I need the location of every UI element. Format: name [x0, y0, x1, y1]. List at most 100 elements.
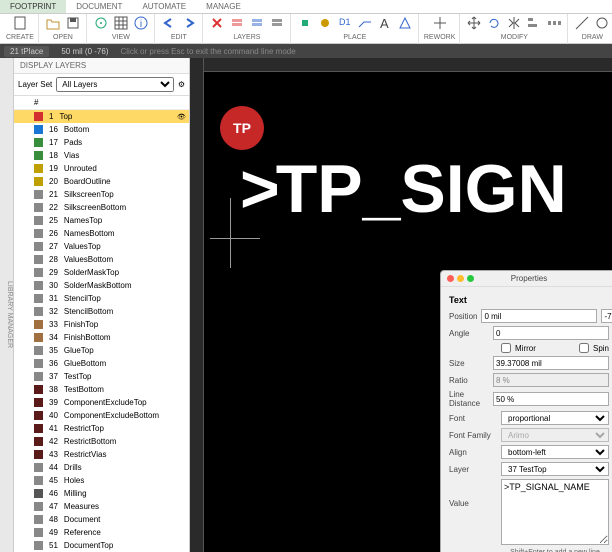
layer-num: 51	[49, 541, 58, 550]
layer-item-finishbottom[interactable]: 34FinishBottom	[14, 331, 189, 344]
layer-item-restrictvias[interactable]: 43RestrictVias	[14, 448, 189, 461]
circle-icon[interactable]	[593, 14, 611, 32]
tab-footprint[interactable]: FOOTPRINT	[0, 0, 66, 13]
layer-num: 16	[49, 125, 58, 134]
dialog-titlebar[interactable]: Properties	[441, 271, 612, 287]
tab-manage[interactable]: MANAGE	[196, 0, 251, 13]
top-tabs: FOOTPRINT DOCUMENT AUTOMATE MANAGE	[0, 0, 612, 14]
align-icon[interactable]	[525, 14, 543, 32]
mirror-checkbox[interactable]	[501, 343, 511, 353]
target-icon[interactable]	[92, 14, 110, 32]
placed-text[interactable]: >TP_SIGN	[240, 150, 567, 228]
layer-item-drills[interactable]: 44Drills	[14, 461, 189, 474]
mirror-icon[interactable]	[505, 14, 523, 32]
eye-icon[interactable]: 👁	[177, 113, 185, 121]
layers3-icon[interactable]	[268, 14, 286, 32]
layer-item-milling[interactable]: 46Milling	[14, 487, 189, 500]
layer-item-pads[interactable]: 17Pads	[14, 136, 189, 149]
layer-item-soldermaskbottom[interactable]: 30SolderMaskBottom	[14, 279, 189, 292]
layer-item-soldermasktop[interactable]: 29SolderMaskTop	[14, 266, 189, 279]
spin-checkbox[interactable]	[579, 343, 589, 353]
layers2-icon[interactable]	[248, 14, 266, 32]
move-icon[interactable]	[465, 14, 483, 32]
layer-item-valuesbottom[interactable]: 28ValuesBottom	[14, 253, 189, 266]
size-input[interactable]	[493, 356, 609, 370]
layer-item-document[interactable]: 48Document	[14, 513, 189, 526]
info-icon[interactable]: i	[132, 14, 150, 32]
save-icon[interactable]	[64, 14, 82, 32]
layer-name: Unrouted	[64, 164, 97, 173]
undo-icon[interactable]	[160, 14, 178, 32]
canvas[interactable]: TP >TP_SIGN Properties Text Position	[190, 58, 612, 552]
layer-item-restricttop[interactable]: 41 RestrictTop	[14, 422, 189, 435]
rip-icon[interactable]	[431, 14, 449, 32]
value-textarea[interactable]: >TP_SIGNAL_NAME	[501, 479, 609, 545]
layer-item-silkscreenbottom[interactable]: 22SilkscreenBottom	[14, 201, 189, 214]
layer-item-unrouted[interactable]: 19Unrouted	[14, 162, 189, 175]
folder-icon[interactable]	[44, 14, 62, 32]
layer-num: 39	[49, 398, 58, 407]
layer-item-gluetop[interactable]: 35GlueTop	[14, 344, 189, 357]
grid-icon[interactable]	[112, 14, 130, 32]
linedist-input[interactable]	[493, 392, 609, 406]
zoom-icon[interactable]	[467, 275, 474, 282]
layer-item-vias[interactable]: 18Vias	[14, 149, 189, 162]
text-icon[interactable]: A	[376, 14, 394, 32]
layer-item-documenttop[interactable]: 51DocumentTop	[14, 539, 189, 552]
align-select[interactable]: bottom-left	[501, 445, 609, 459]
redo-icon[interactable]	[180, 14, 198, 32]
position-y-input[interactable]	[601, 309, 612, 323]
tab-document[interactable]: DOCUMENT	[66, 0, 132, 13]
dist-icon[interactable]	[545, 14, 563, 32]
layer-item-silkscreentop[interactable]: 21SilkscreenTop	[14, 188, 189, 201]
ratio-input	[493, 373, 609, 387]
new-icon[interactable]	[11, 14, 29, 32]
minimize-icon[interactable]	[457, 275, 464, 282]
linedist-label: Line Distance	[449, 390, 489, 408]
layers1-icon[interactable]	[228, 14, 246, 32]
layer-item-testtop[interactable]: 37TestTop	[14, 370, 189, 383]
layer-num: 41	[49, 424, 58, 433]
layer-item-restrictbottom[interactable]: 42RestrictBottom	[14, 435, 189, 448]
font-select[interactable]: proportional	[501, 411, 609, 425]
line-icon[interactable]	[573, 14, 591, 32]
route-icon[interactable]	[356, 14, 374, 32]
layer-item-componentexcludebottom[interactable]: 40ComponentExcludeBottom	[14, 409, 189, 422]
position-x-input[interactable]	[481, 309, 597, 323]
align-label: Align	[449, 448, 497, 457]
via-icon[interactable]	[316, 14, 334, 32]
layer-item-componentexcludetop[interactable]: 39ComponentExcludeTop	[14, 396, 189, 409]
layer-item-namestop[interactable]: 25NamesTop	[14, 214, 189, 227]
layer-item-reference[interactable]: 49Reference	[14, 526, 189, 539]
layer-item-stenciltop[interactable]: 31StencilTop	[14, 292, 189, 305]
svg-text:D1: D1	[339, 17, 351, 27]
angle-input[interactable]	[493, 326, 609, 340]
layer-swatch-icon	[34, 164, 43, 173]
layerset-select[interactable]: All Layers	[56, 77, 174, 92]
rotate-icon[interactable]	[485, 14, 503, 32]
layer-item-finishtop[interactable]: 33FinishTop	[14, 318, 189, 331]
layer-item-testbottom[interactable]: 38TestBottom	[14, 383, 189, 396]
layer-name: RestrictTop	[64, 424, 104, 433]
file-tab[interactable]: 21 tPlace	[4, 46, 49, 57]
layer-item-stencilbottom[interactable]: 32StencilBottom	[14, 305, 189, 318]
layer-swatch-icon	[34, 125, 43, 134]
main-area: LIBRARY MANAGER DISPLAY LAYERS Layer Set…	[0, 58, 612, 552]
layer-item-namesbottom[interactable]: 26NamesBottom	[14, 227, 189, 240]
layer-item-holes[interactable]: 45Holes	[14, 474, 189, 487]
close-icon[interactable]	[447, 275, 454, 282]
layer-item-top[interactable]: 1Top👁	[14, 110, 189, 123]
layer-item-gluebottom[interactable]: 36GlueBottom	[14, 357, 189, 370]
layer-item-measures[interactable]: 47Measures	[14, 500, 189, 513]
layer-swatch-icon	[34, 515, 43, 524]
poly-icon[interactable]	[396, 14, 414, 32]
dim-icon[interactable]: D1	[336, 14, 354, 32]
pad-icon[interactable]	[296, 14, 314, 32]
gear-icon[interactable]: ⚙	[178, 80, 185, 89]
layer-select[interactable]: 37 TestTop	[501, 462, 609, 476]
delete-icon[interactable]	[208, 14, 226, 32]
layer-item-bottom[interactable]: 16Bottom	[14, 123, 189, 136]
layer-item-boardoutline[interactable]: 20BoardOutline	[14, 175, 189, 188]
tab-automate[interactable]: AUTOMATE	[132, 0, 196, 13]
layer-item-valuestop[interactable]: 27ValuesTop	[14, 240, 189, 253]
